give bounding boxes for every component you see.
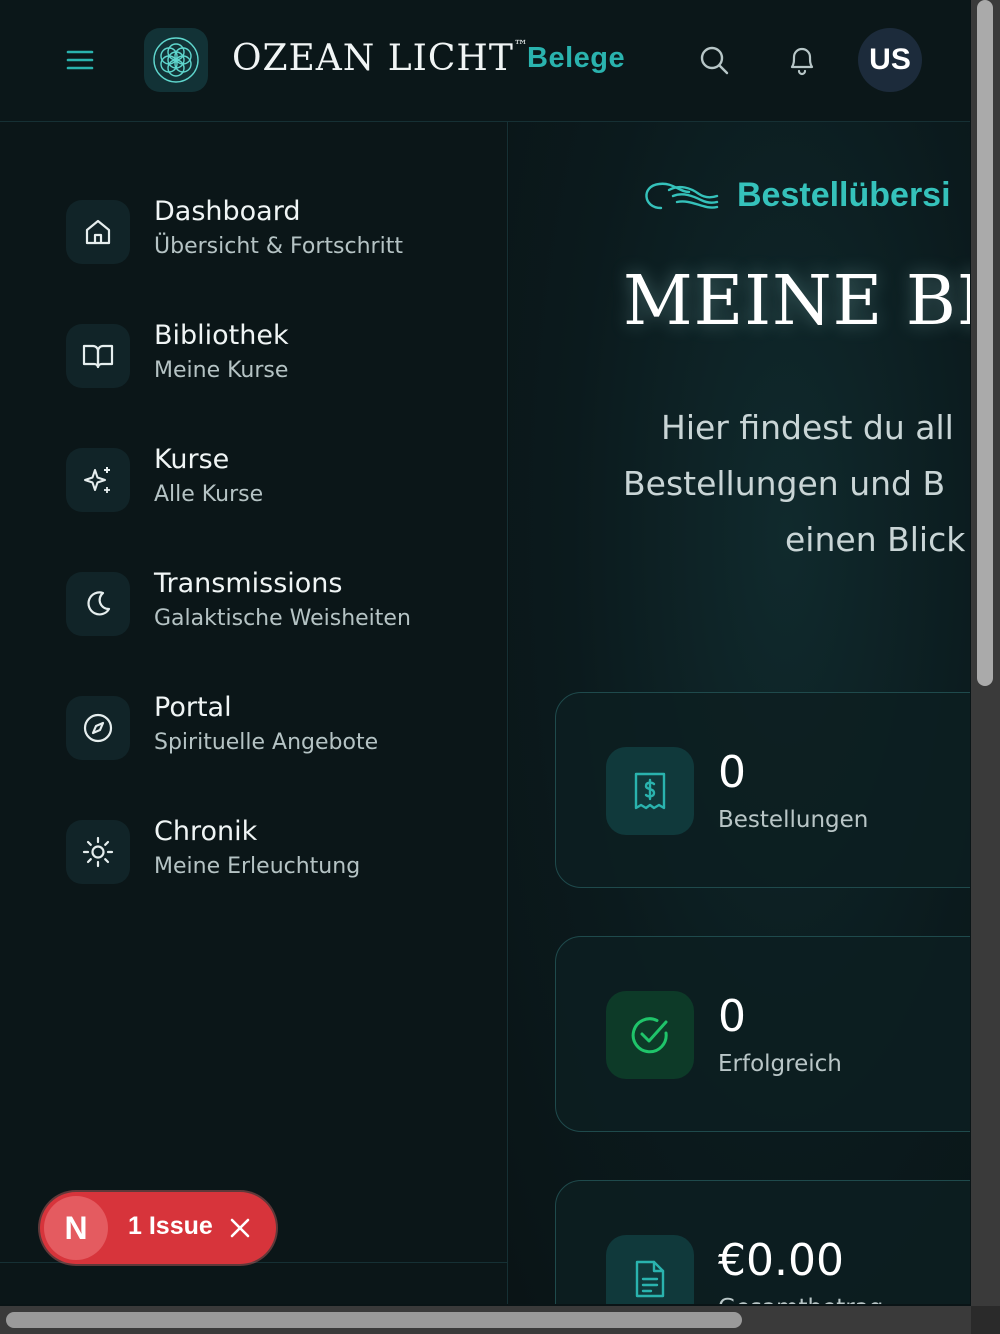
sidebar-item-portal[interactable]: Portal Spirituelle Angebote (66, 692, 486, 786)
stat-card-orders: 0 Bestellungen (555, 692, 970, 888)
horizontal-scrollbar-thumb[interactable] (6, 1312, 742, 1328)
search-icon[interactable] (692, 38, 736, 82)
page-title: MEINE BE (623, 262, 970, 341)
sidebar: Dashboard Übersicht & Fortschritt Biblio… (0, 122, 508, 1304)
check-circle-icon (606, 991, 694, 1079)
flower-of-life-logo[interactable] (144, 28, 208, 92)
sidebar-item-subtitle: Alle Kurse (154, 482, 264, 507)
sidebar-item-subtitle: Spirituelle Angebote (154, 730, 379, 755)
sidebar-item-subtitle: Übersicht & Fortschritt (154, 234, 403, 259)
sidebar-item-title: Bibliothek (154, 320, 289, 351)
next-logo-icon: N (44, 1196, 108, 1260)
sidebar-item-title: Kurse (154, 444, 230, 475)
sidebar-item-dashboard[interactable]: Dashboard Übersicht & Fortschritt (66, 196, 486, 290)
sidebar-item-kurse[interactable]: Kurse Alle Kurse (66, 444, 486, 538)
home-icon (66, 200, 130, 264)
stat-label: Bestellungen (718, 807, 869, 833)
compass-icon (66, 696, 130, 760)
issue-badge[interactable]: N 1 Issue (40, 1192, 276, 1264)
receipt-icon (606, 747, 694, 835)
sidebar-item-subtitle: Meine Erleuchtung (154, 854, 361, 879)
document-icon (606, 1235, 694, 1304)
scrollbar-corner (971, 1306, 1000, 1334)
intro-line: Hier findest du all (661, 408, 954, 447)
brand-text: OZEAN LICHT (232, 38, 514, 79)
intro-line: Bestellungen und B (623, 464, 946, 503)
wave-icon (645, 182, 719, 209)
user-avatar[interactable]: US (858, 28, 922, 92)
page-label: Belege (527, 42, 626, 74)
menu-icon[interactable] (62, 44, 98, 76)
page-intro: Hier findest du all Bestellungen und B e… (609, 400, 970, 568)
bell-icon[interactable] (780, 38, 824, 82)
sidebar-item-title: Transmissions (154, 568, 343, 599)
stat-value: €0.00 (718, 1235, 844, 1286)
sidebar-item-subtitle: Meine Kurse (154, 358, 289, 383)
book-open-icon (66, 324, 130, 388)
brand-name[interactable]: OZEAN LICHT™ (232, 38, 529, 79)
intro-line: einen Blick (785, 520, 966, 559)
sidebar-item-chronik[interactable]: Chronik Meine Erleuchtung (66, 816, 486, 910)
sidebar-item-title: Dashboard (154, 196, 301, 227)
stat-value: 0 (718, 991, 746, 1042)
stat-label: Gesamtbetrag (718, 1295, 883, 1304)
main-content: Bestellübersi MEINE BE Hier findest du a… (509, 122, 970, 1304)
section-eyebrow: Bestellübersi (639, 176, 951, 215)
stat-card-success: 0 Erfolgreich (555, 936, 970, 1132)
sidebar-item-transmissions[interactable]: Transmissions Galaktische Weisheiten (66, 568, 486, 662)
stat-card-total: €0.00 Gesamtbetrag (555, 1180, 970, 1304)
sparkles-icon (66, 448, 130, 512)
moon-icon (66, 572, 130, 636)
sidebar-item-title: Portal (154, 692, 232, 723)
top-header: OZEAN LICHT™ Belege US (0, 0, 970, 122)
stat-value: 0 (718, 747, 746, 798)
vertical-scrollbar-thumb[interactable] (977, 0, 993, 686)
sidebar-item-title: Chronik (154, 816, 258, 847)
issue-count: 1 Issue (128, 1212, 213, 1240)
sidebar-item-bibliothek[interactable]: Bibliothek Meine Kurse (66, 320, 486, 414)
eyebrow-text: Bestellübersi (737, 176, 951, 214)
sun-icon (66, 820, 130, 884)
close-icon[interactable] (226, 1214, 254, 1242)
stat-label: Erfolgreich (718, 1051, 842, 1077)
sidebar-item-subtitle: Galaktische Weisheiten (154, 606, 411, 631)
